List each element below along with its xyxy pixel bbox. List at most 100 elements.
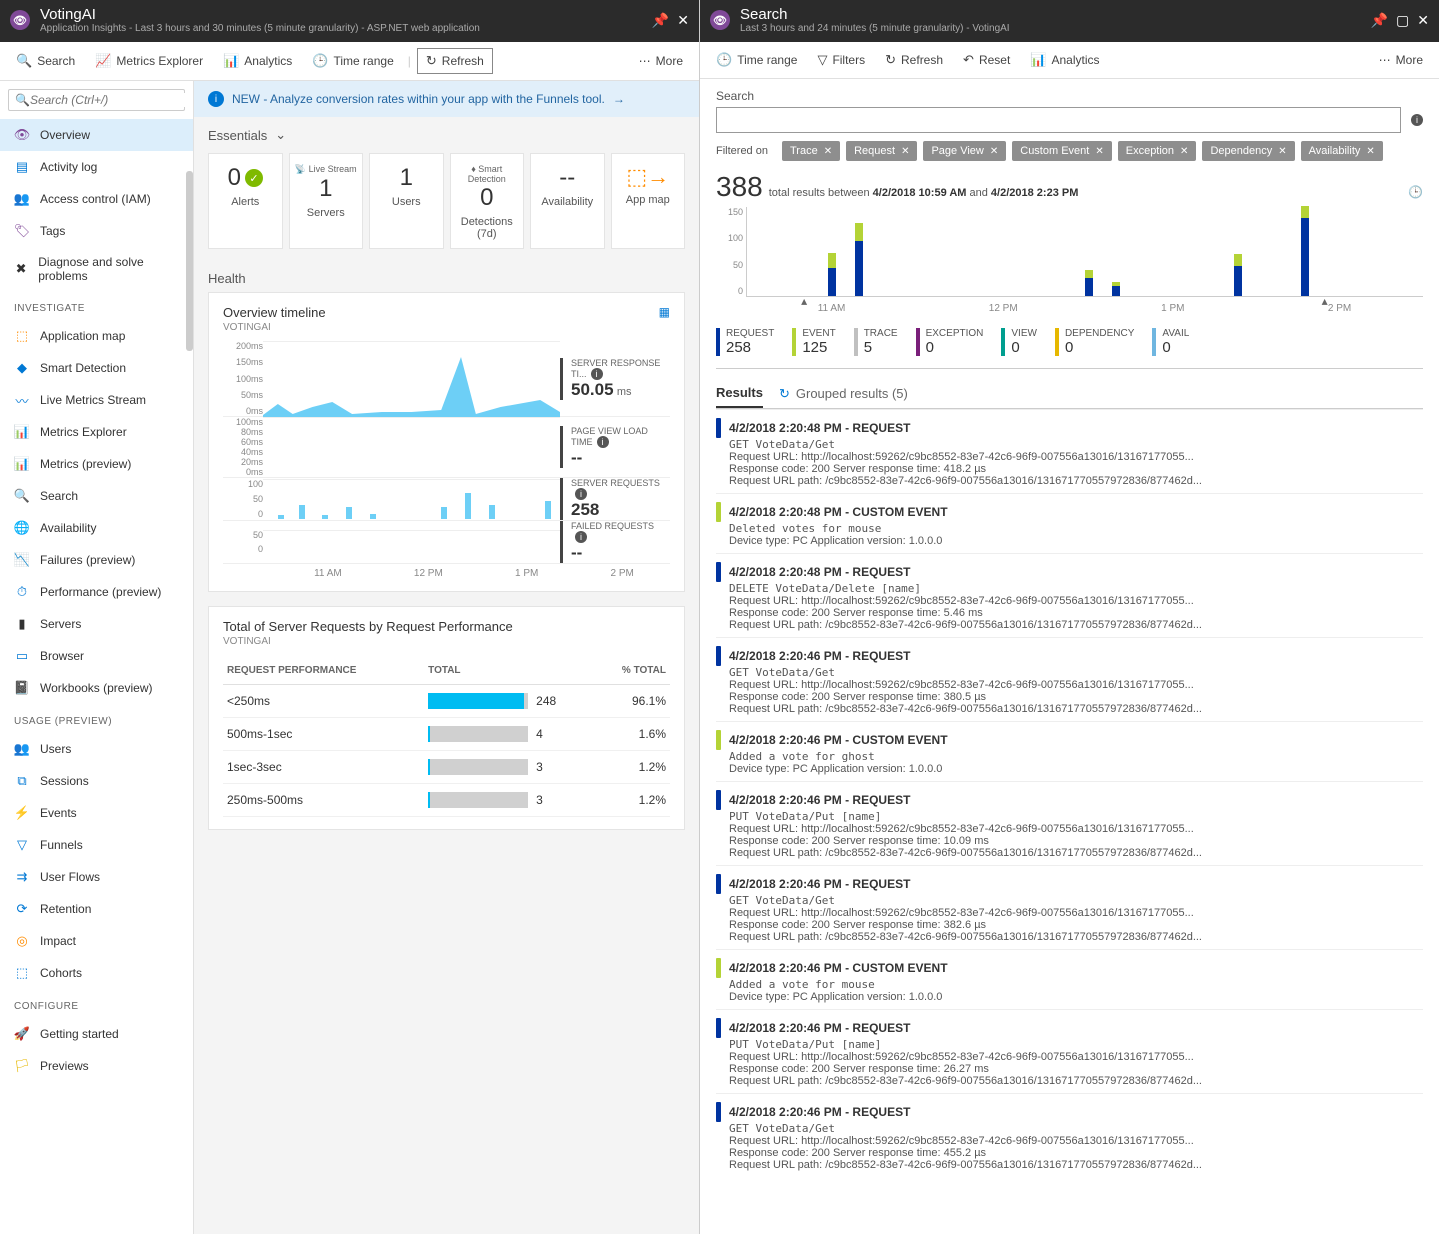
search-result[interactable]: 4/2/2018 2:20:48 PM - REQUESTDELETE Vote…: [716, 553, 1423, 637]
search-result[interactable]: 4/2/2018 2:20:46 PM - REQUESTPUT VoteDat…: [716, 781, 1423, 865]
filter-chip[interactable]: Exception ✕: [1118, 141, 1197, 161]
nav-diagnose[interactable]: ✖Diagnose and solve problems: [0, 247, 193, 291]
search-result[interactable]: 4/2/2018 2:20:46 PM - CUSTOM EVENTAdded …: [716, 721, 1423, 781]
pin-icon[interactable]: 📌: [652, 12, 669, 29]
tile-servers[interactable]: 📡 Live Stream 1 Servers: [289, 153, 364, 249]
search-result[interactable]: 4/2/2018 2:20:46 PM - REQUESTGET VoteDat…: [716, 637, 1423, 721]
perf-row[interactable]: 250ms-500ms 3 1.2%: [223, 784, 670, 817]
perf-row[interactable]: 500ms-1sec 4 1.6%: [223, 718, 670, 751]
tile-detections[interactable]: ♦ Smart Detection 0 Detections (7d): [450, 153, 525, 249]
close-icon[interactable]: ✕: [1366, 146, 1374, 157]
nav-user-flows[interactable]: ⇉User Flows: [0, 861, 193, 893]
search-histogram[interactable]: 150100500 ▴ ▴: [746, 207, 1423, 297]
nav-servers[interactable]: ▮Servers: [0, 608, 193, 640]
toolbar-search[interactable]: 🔍Search: [8, 49, 83, 73]
nav-browser[interactable]: ▭Browser: [0, 640, 193, 672]
nav-previews[interactable]: 🏳Previews: [0, 1050, 193, 1082]
tile-alerts[interactable]: 0✓ Alerts: [208, 153, 283, 249]
search-result[interactable]: 4/2/2018 2:20:48 PM - CUSTOM EVENTDelete…: [716, 493, 1423, 553]
sidebar-search[interactable]: 🔍: [8, 89, 185, 111]
close-icon[interactable]: ✕: [901, 146, 909, 157]
nav-cohorts[interactable]: ⬚Cohorts: [0, 957, 193, 989]
summary-chip[interactable]: EVENT125: [792, 328, 835, 356]
tile-availability[interactable]: -- Availability: [530, 153, 605, 249]
filter-chip[interactable]: Custom Event ✕: [1012, 141, 1111, 161]
nav-smart-detection[interactable]: ◆Smart Detection: [0, 352, 193, 384]
nav-retention[interactable]: ⟳Retention: [0, 893, 193, 925]
search-input[interactable]: [716, 107, 1401, 133]
toolbar-time-range[interactable]: 🕒Time range: [304, 49, 401, 73]
search-result[interactable]: 4/2/2018 2:20:46 PM - REQUESTPUT VoteDat…: [716, 1009, 1423, 1093]
nav-tags[interactable]: 🏷Tags: [0, 215, 193, 247]
clock-icon[interactable]: 🕒: [1408, 185, 1423, 199]
tab-grouped-results[interactable]: ↻Grouped results (5): [779, 379, 908, 408]
toolbar-analytics[interactable]: 📊Analytics: [1022, 48, 1107, 72]
nav-events[interactable]: ⚡Events: [0, 797, 193, 829]
nav-funnels[interactable]: ▽Funnels: [0, 829, 193, 861]
nav-iam[interactable]: 👥Access control (IAM): [0, 183, 193, 215]
nav-live-metrics[interactable]: 〰Live Metrics Stream: [0, 384, 193, 416]
toolbar-reset[interactable]: ↶Reset: [955, 48, 1018, 72]
info-icon[interactable]: i: [575, 531, 587, 543]
close-icon[interactable]: ✕: [824, 146, 832, 157]
filter-chip[interactable]: Availability ✕: [1301, 141, 1383, 161]
nav-performance[interactable]: ⏱Performance (preview): [0, 576, 193, 608]
info-icon[interactable]: i: [591, 368, 603, 380]
summary-chip[interactable]: TRACE5: [854, 328, 898, 356]
perf-row[interactable]: 1sec-3sec 3 1.2%: [223, 751, 670, 784]
toolbar-refresh[interactable]: ↻Refresh: [417, 48, 493, 74]
nav-availability[interactable]: 🌐Availability: [0, 512, 193, 544]
filter-chip[interactable]: Page View ✕: [923, 141, 1006, 161]
grid-icon[interactable]: ▦: [659, 305, 670, 319]
close-icon[interactable]: ✕: [677, 12, 689, 29]
filter-chip[interactable]: Trace ✕: [782, 141, 840, 161]
toolbar-more[interactable]: ⋯ More: [631, 50, 691, 72]
sidebar-search-input[interactable]: [30, 93, 187, 107]
summary-chip[interactable]: VIEW0: [1001, 328, 1037, 356]
search-result[interactable]: 4/2/2018 2:20:48 PM - REQUESTGET VoteDat…: [716, 409, 1423, 493]
range-handle-right[interactable]: ▴: [1322, 294, 1328, 308]
nav-search[interactable]: 🔍Search: [0, 480, 193, 512]
info-icon[interactable]: i: [575, 488, 587, 500]
nav-metrics-explorer[interactable]: 📊Metrics Explorer: [0, 416, 193, 448]
summary-chip[interactable]: DEPENDENCY0: [1055, 328, 1134, 356]
server-requests-chart[interactable]: [263, 479, 560, 519]
summary-chip[interactable]: REQUEST258: [716, 328, 774, 356]
failed-requests-chart[interactable]: [263, 530, 560, 554]
filter-chip[interactable]: Dependency ✕: [1202, 141, 1294, 161]
essentials-toggle[interactable]: Essentials ⌄: [194, 117, 699, 153]
toolbar-filters[interactable]: ▽Filters: [809, 48, 873, 72]
search-result[interactable]: 4/2/2018 2:20:46 PM - REQUESTGET VoteDat…: [716, 865, 1423, 949]
close-icon[interactable]: ✕: [990, 146, 998, 157]
tile-app-map[interactable]: ⬚→ App map: [611, 153, 686, 249]
toolbar-time-range[interactable]: 🕒Time range: [708, 48, 805, 72]
pin-icon[interactable]: 📌: [1371, 12, 1388, 29]
tile-users[interactable]: 1 Users: [369, 153, 444, 249]
tab-results[interactable]: Results: [716, 379, 763, 408]
close-icon[interactable]: ✕: [1278, 146, 1286, 157]
maximize-icon[interactable]: ▢: [1396, 12, 1409, 29]
info-icon[interactable]: i: [1411, 114, 1423, 126]
toolbar-metrics-explorer[interactable]: 📈Metrics Explorer: [87, 49, 211, 73]
perf-row[interactable]: <250ms 248 96.1%: [223, 685, 670, 718]
nav-sessions[interactable]: ⧉Sessions: [0, 765, 193, 797]
toolbar-refresh[interactable]: ↻Refresh: [877, 48, 951, 72]
server-response-chart[interactable]: [263, 341, 560, 416]
search-result[interactable]: 4/2/2018 2:20:46 PM - REQUESTGET VoteDat…: [716, 1093, 1423, 1177]
filter-chip[interactable]: Request ✕: [846, 141, 917, 161]
range-handle-left[interactable]: ▴: [801, 294, 807, 308]
summary-chip[interactable]: AVAIL0: [1152, 328, 1189, 356]
nav-metrics-preview[interactable]: 📊Metrics (preview): [0, 448, 193, 480]
funnels-banner[interactable]: i NEW - Analyze conversion rates within …: [194, 81, 699, 117]
nav-application-map[interactable]: ⬚Application map: [0, 320, 193, 352]
nav-overview[interactable]: 👁Overview: [0, 119, 193, 151]
page-view-chart[interactable]: [263, 417, 560, 477]
nav-impact[interactable]: ◎Impact: [0, 925, 193, 957]
search-result[interactable]: 4/2/2018 2:20:46 PM - CUSTOM EVENTAdded …: [716, 949, 1423, 1009]
summary-chip[interactable]: EXCEPTION0: [916, 328, 984, 356]
toolbar-analytics[interactable]: 📊Analytics: [215, 49, 300, 73]
nav-failures[interactable]: 📉Failures (preview): [0, 544, 193, 576]
nav-users[interactable]: 👥Users: [0, 733, 193, 765]
close-icon[interactable]: ✕: [1095, 146, 1103, 157]
nav-getting-started[interactable]: 🚀Getting started: [0, 1018, 193, 1050]
